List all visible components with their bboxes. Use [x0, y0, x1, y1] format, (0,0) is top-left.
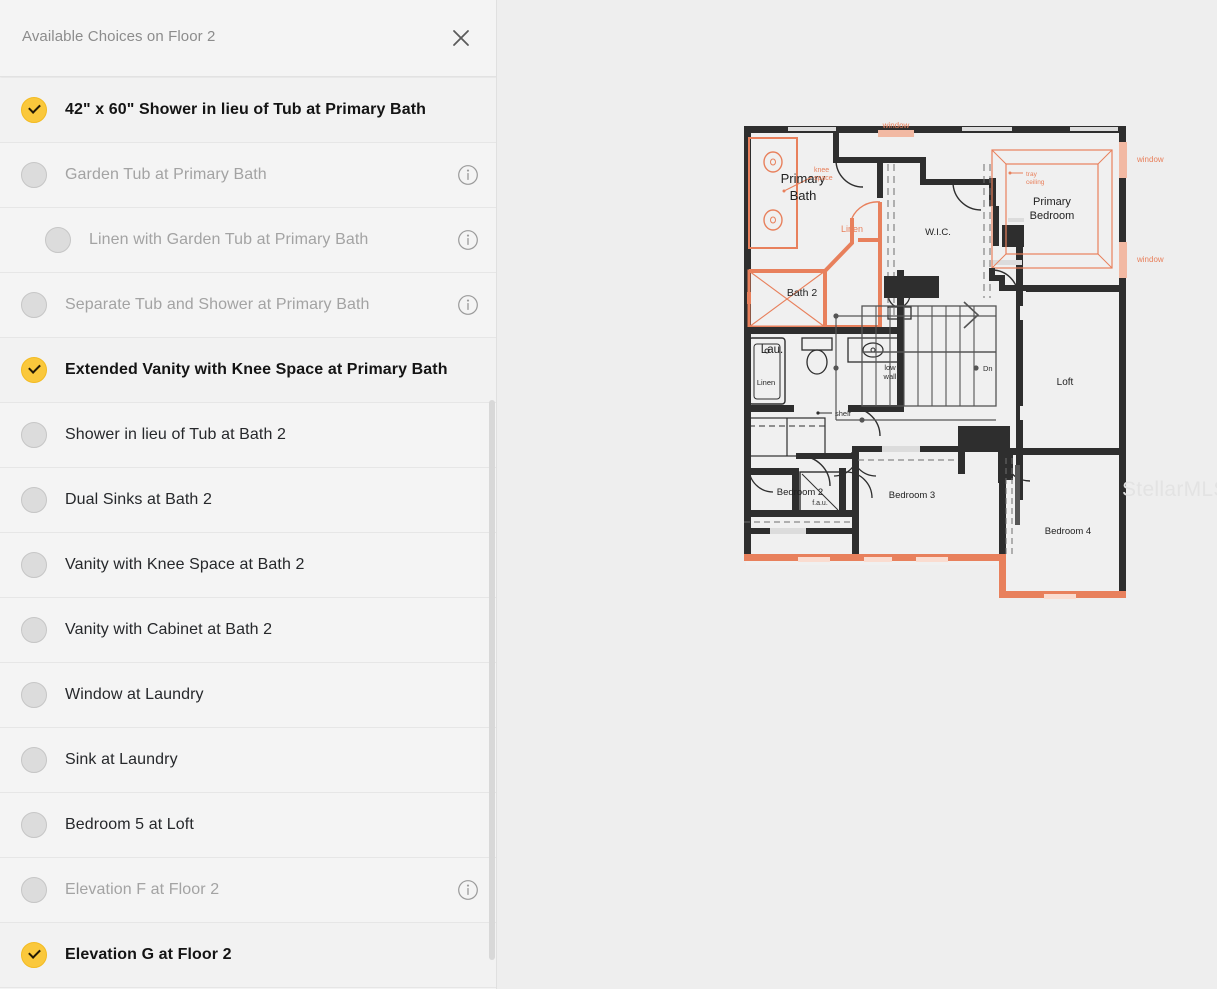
choice-row[interactable]: Shower in lieu of Tub at Bath 2: [0, 403, 497, 468]
radio-unchecked-icon[interactable]: [21, 682, 47, 708]
annotation-window-top: window: [882, 121, 910, 130]
annotation-tray-ceiling: tray: [1026, 171, 1038, 178]
panel-scrollbar[interactable]: [488, 78, 496, 989]
choice-label: Elevation F at Floor 2: [65, 881, 220, 898]
annotation-shelf: shelf: [835, 409, 852, 418]
room-label-primary-bedroom-2: Bedroom: [1030, 210, 1075, 222]
annotation-dn: Dn: [983, 364, 993, 373]
room-label-loft: Loft: [1057, 377, 1074, 388]
radio-unchecked-icon[interactable]: [45, 227, 71, 253]
choice-label: Dual Sinks at Bath 2: [65, 491, 212, 508]
choice-label: Separate Tub and Shower at Primary Bath: [65, 296, 370, 313]
room-label-wic: W.I.C.: [925, 227, 951, 238]
room-label-bedroom-3: Bedroom 3: [889, 490, 935, 501]
radio-unchecked-icon[interactable]: [21, 617, 47, 643]
annotation-fau: f.a.u.: [812, 500, 828, 507]
radio-unchecked-icon[interactable]: [21, 877, 47, 903]
choice-row[interactable]: Garden Tub at Primary Bath: [0, 143, 497, 208]
radio-unchecked-icon[interactable]: [21, 747, 47, 773]
stellarmls-watermark: StellarMLS: [1122, 478, 1217, 501]
annotation-tray-ceiling-2: ceiling: [1026, 179, 1045, 186]
floorplan-drawing: Primary Bath Primary Bedroom W.I.C. Bath…: [744, 121, 1164, 599]
radio-unchecked-icon[interactable]: [21, 292, 47, 318]
info-icon[interactable]: [457, 294, 479, 316]
choice-row[interactable]: Sink at Laundry: [0, 728, 497, 793]
checkbox-checked-icon[interactable]: [21, 942, 47, 968]
annotation-window-right-1: window: [1136, 155, 1164, 164]
choice-label: Window at Laundry: [65, 686, 204, 703]
room-label-primary-bath-2: Bath: [790, 188, 817, 203]
checkbox-checked-icon[interactable]: [21, 97, 47, 123]
choice-label: 42" x 60" Shower in lieu of Tub at Prima…: [65, 101, 426, 118]
room-label-bath-2: Bath 2: [787, 287, 818, 299]
choice-row[interactable]: Extended Vanity with Knee Space at Prima…: [0, 338, 497, 403]
choice-label: Shower in lieu of Tub at Bath 2: [65, 426, 287, 443]
radio-unchecked-icon[interactable]: [21, 487, 47, 513]
annotation-knee-space-2: space: [814, 175, 833, 182]
choice-label: Sink at Laundry: [65, 751, 178, 768]
annotation-low-wall-2: wall: [883, 372, 897, 381]
checkbox-checked-icon[interactable]: [21, 357, 47, 383]
room-label-primary-bedroom: Primary: [1033, 196, 1071, 208]
choices-list[interactable]: 42" x 60" Shower in lieu of Tub at Prima…: [0, 78, 497, 989]
choice-label: Vanity with Knee Space at Bath 2: [65, 556, 305, 573]
choice-row[interactable]: Elevation F at Floor 2: [0, 858, 497, 923]
choice-row[interactable]: Window at Laundry: [0, 663, 497, 728]
annotation-knee-space: knee: [814, 167, 829, 174]
choice-row[interactable]: Linen with Garden Tub at Primary Bath: [0, 208, 497, 273]
annotation-window-right-2: window: [1136, 255, 1164, 264]
annotation-low-wall: low: [884, 363, 896, 372]
info-icon[interactable]: [457, 229, 479, 251]
close-icon: [451, 28, 471, 48]
room-label-bedroom-2: Bedroom 2: [777, 487, 823, 498]
choice-label: Vanity with Cabinet at Bath 2: [65, 621, 273, 638]
choice-label: Elevation G at Floor 2: [65, 946, 232, 963]
room-label-laundry: Lau.: [761, 344, 783, 356]
panel-title: Available Choices on Floor 2: [22, 28, 216, 45]
choice-label: Garden Tub at Primary Bath: [65, 166, 267, 183]
floorplan-viewer[interactable]: Primary Bath Primary Bedroom W.I.C. Bath…: [497, 0, 1217, 989]
choice-label: Linen with Garden Tub at Primary Bath: [89, 231, 369, 248]
scrollbar-thumb[interactable]: [489, 400, 495, 960]
choice-row[interactable]: 42" x 60" Shower in lieu of Tub at Prima…: [0, 78, 497, 143]
available-choices-panel: Available Choices on Floor 2 42" x 60" S…: [0, 0, 497, 989]
choice-row[interactable]: Vanity with Knee Space at Bath 2: [0, 533, 497, 598]
info-icon[interactable]: [457, 879, 479, 901]
choice-row[interactable]: Vanity with Cabinet at Bath 2: [0, 598, 497, 663]
info-icon[interactable]: [457, 164, 479, 186]
choice-row[interactable]: Dual Sinks at Bath 2: [0, 468, 497, 533]
radio-unchecked-icon[interactable]: [21, 812, 47, 838]
close-button[interactable]: [443, 20, 479, 56]
panel-header: Available Choices on Floor 2: [0, 0, 497, 77]
choice-row[interactable]: Elevation G at Floor 2: [0, 923, 497, 988]
annotation-linen: Linen: [841, 224, 863, 234]
room-label-linen-closet: Linen: [757, 378, 775, 387]
radio-unchecked-icon[interactable]: [21, 162, 47, 188]
room-label-bedroom-4: Bedroom 4: [1045, 526, 1091, 537]
choice-row[interactable]: Separate Tub and Shower at Primary Bath: [0, 273, 497, 338]
choice-label: Bedroom 5 at Loft: [65, 816, 194, 833]
choice-label: Extended Vanity with Knee Space at Prima…: [65, 361, 448, 378]
choice-row[interactable]: Bedroom 5 at Loft: [0, 793, 497, 858]
radio-unchecked-icon[interactable]: [21, 552, 47, 578]
radio-unchecked-icon[interactable]: [21, 422, 47, 448]
